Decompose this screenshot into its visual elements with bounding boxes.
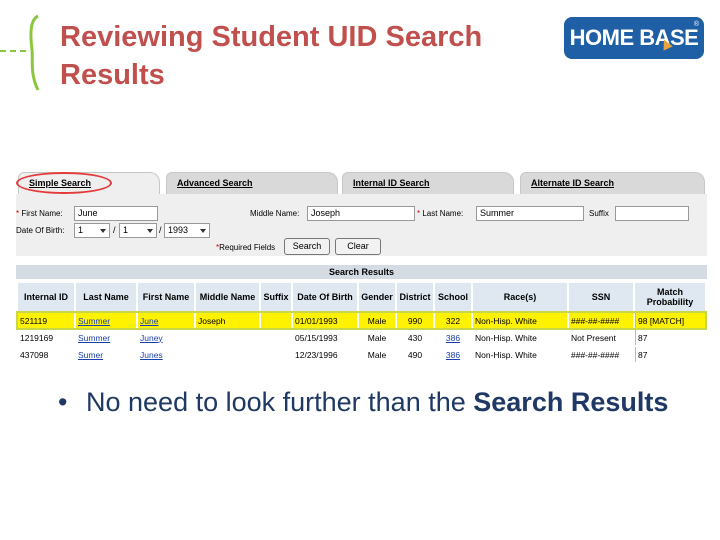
- column-header[interactable]: Date Of Birth: [293, 283, 357, 311]
- cell-district: 490: [397, 347, 433, 362]
- column-header[interactable]: Gender: [359, 283, 395, 311]
- cell-first-name-link[interactable]: Juney: [138, 330, 194, 345]
- middle-name-input[interactable]: Joseph: [307, 206, 415, 221]
- cell-internal-id: 1219169: [18, 330, 74, 345]
- dob-month-select[interactable]: 1: [74, 223, 110, 238]
- column-header[interactable]: First Name: [138, 283, 194, 311]
- cell-ssn: ###-##-####: [569, 313, 633, 328]
- cell-dob: 05/15/1993: [293, 330, 357, 345]
- column-header[interactable]: Suffix: [261, 283, 291, 311]
- table-row[interactable]: 521119 Summer June Joseph 01/01/1993 Mal…: [16, 311, 707, 330]
- cell-suffix: [261, 347, 291, 362]
- cell-internal-id: 521119: [18, 313, 74, 328]
- decorative-brace: [29, 14, 40, 91]
- decorative-dashed-line: [0, 50, 26, 52]
- date-separator: /: [113, 225, 116, 235]
- home-base-logo: HOME BASE ®: [564, 17, 704, 59]
- tab-alternate-id-search[interactable]: Alternate ID Search: [520, 172, 705, 194]
- bullet-dot: •: [58, 387, 68, 417]
- bullet-text: No need to look further than the Search …: [86, 384, 676, 420]
- column-header[interactable]: School: [435, 283, 471, 311]
- cell-first-name-link[interactable]: Junes: [138, 347, 194, 362]
- tab-label: Advanced Search: [177, 178, 253, 188]
- cell-gender: Male: [359, 347, 395, 362]
- cell-ssn: Not Present: [569, 330, 633, 345]
- dob-day-select[interactable]: 1: [119, 223, 157, 238]
- cell-dob: 12/23/1996: [293, 347, 357, 362]
- column-header[interactable]: Race(s): [473, 283, 567, 311]
- clear-button[interactable]: Clear: [335, 238, 381, 255]
- column-header[interactable]: Match Probability: [635, 283, 705, 311]
- bullet-prefix: No need to look further than the: [86, 387, 474, 417]
- cell-suffix: [261, 330, 291, 345]
- tab-label: Alternate ID Search: [531, 178, 615, 188]
- cell-race: Non-Hisp. White: [473, 330, 567, 345]
- cell-ssn: ###-##-####: [569, 347, 633, 362]
- cell-district: 430: [397, 330, 433, 345]
- cell-match-probability: 87: [635, 330, 705, 345]
- tab-simple-search[interactable]: Simple Search: [16, 172, 160, 194]
- logo-trademark: ®: [693, 21, 699, 28]
- cell-middle-name: [196, 347, 259, 362]
- table-row[interactable]: 437098 Sumer Junes 12/23/1996 Male 490 3…: [18, 347, 705, 362]
- cell-last-name-link[interactable]: Summer: [76, 313, 136, 328]
- column-header[interactable]: Internal ID: [18, 283, 74, 311]
- cell-last-name-link[interactable]: Summer: [76, 330, 136, 345]
- cell-school: 322: [435, 313, 471, 328]
- table-row[interactable]: 1219169 Summer Juney 05/15/1993 Male 430…: [18, 330, 705, 345]
- cell-race: Non-Hisp. White: [473, 347, 567, 362]
- cell-suffix: [261, 313, 291, 328]
- column-header[interactable]: Middle Name: [196, 283, 259, 311]
- first-name-label: * First Name:: [16, 209, 63, 218]
- chevron-down-icon: [100, 229, 106, 233]
- results-table: Internal ID Last Name First Name Middle …: [16, 281, 707, 364]
- suffix-input[interactable]: [615, 206, 689, 221]
- cell-match-probability: 87: [635, 347, 705, 362]
- search-button[interactable]: Search: [284, 238, 330, 255]
- logo-text: HOME BASE: [569, 25, 699, 50]
- cell-middle-name: Joseph: [196, 313, 259, 328]
- cell-gender: Male: [359, 330, 395, 345]
- cell-race: Non-Hisp. White: [473, 313, 567, 328]
- search-results-heading: Search Results: [16, 265, 707, 279]
- slide-title: Reviewing Student UID Search Results: [60, 21, 483, 91]
- cell-district: 990: [397, 313, 433, 328]
- student-search-panel: Simple Search Advanced Search Internal I…: [16, 168, 707, 368]
- column-header[interactable]: Last Name: [76, 283, 136, 311]
- cell-school-link[interactable]: 386: [435, 330, 471, 345]
- date-separator: /: [159, 225, 162, 235]
- cell-dob: 01/01/1993: [293, 313, 357, 328]
- cell-internal-id: 437098: [18, 347, 74, 362]
- chevron-down-icon: [147, 229, 153, 233]
- cell-first-name-link[interactable]: June: [138, 313, 194, 328]
- bullet-emphasis: Search Results: [473, 387, 669, 417]
- last-name-label: * Last Name:: [417, 209, 464, 218]
- suffix-label: Suffix: [589, 209, 609, 218]
- dob-year-select[interactable]: 1993: [164, 223, 210, 238]
- cell-match-probability: 98 [MATCH]: [635, 313, 705, 328]
- highlight-oval: [16, 172, 112, 194]
- first-name-input[interactable]: June: [74, 206, 158, 221]
- column-header[interactable]: District: [397, 283, 433, 311]
- dob-label: Date Of Birth:: [16, 226, 65, 235]
- cell-school-link[interactable]: 386: [435, 347, 471, 362]
- tab-advanced-search[interactable]: Advanced Search: [166, 172, 338, 194]
- middle-name-label: Middle Name:: [250, 209, 300, 218]
- last-name-input[interactable]: Summer: [476, 206, 584, 221]
- cell-last-name-link[interactable]: Sumer: [76, 347, 136, 362]
- chevron-down-icon: [200, 229, 206, 233]
- tab-internal-id-search[interactable]: Internal ID Search: [342, 172, 514, 194]
- search-tabbar: Simple Search Advanced Search Internal I…: [16, 168, 707, 194]
- search-form: * First Name: June Middle Name: Joseph *…: [16, 194, 707, 256]
- table-header-row: Internal ID Last Name First Name Middle …: [18, 283, 705, 311]
- cell-middle-name: [196, 330, 259, 345]
- cell-gender: Male: [359, 313, 395, 328]
- required-note: *Required Fields: [216, 243, 276, 252]
- tab-label: Internal ID Search: [353, 178, 430, 188]
- column-header[interactable]: SSN: [569, 283, 633, 311]
